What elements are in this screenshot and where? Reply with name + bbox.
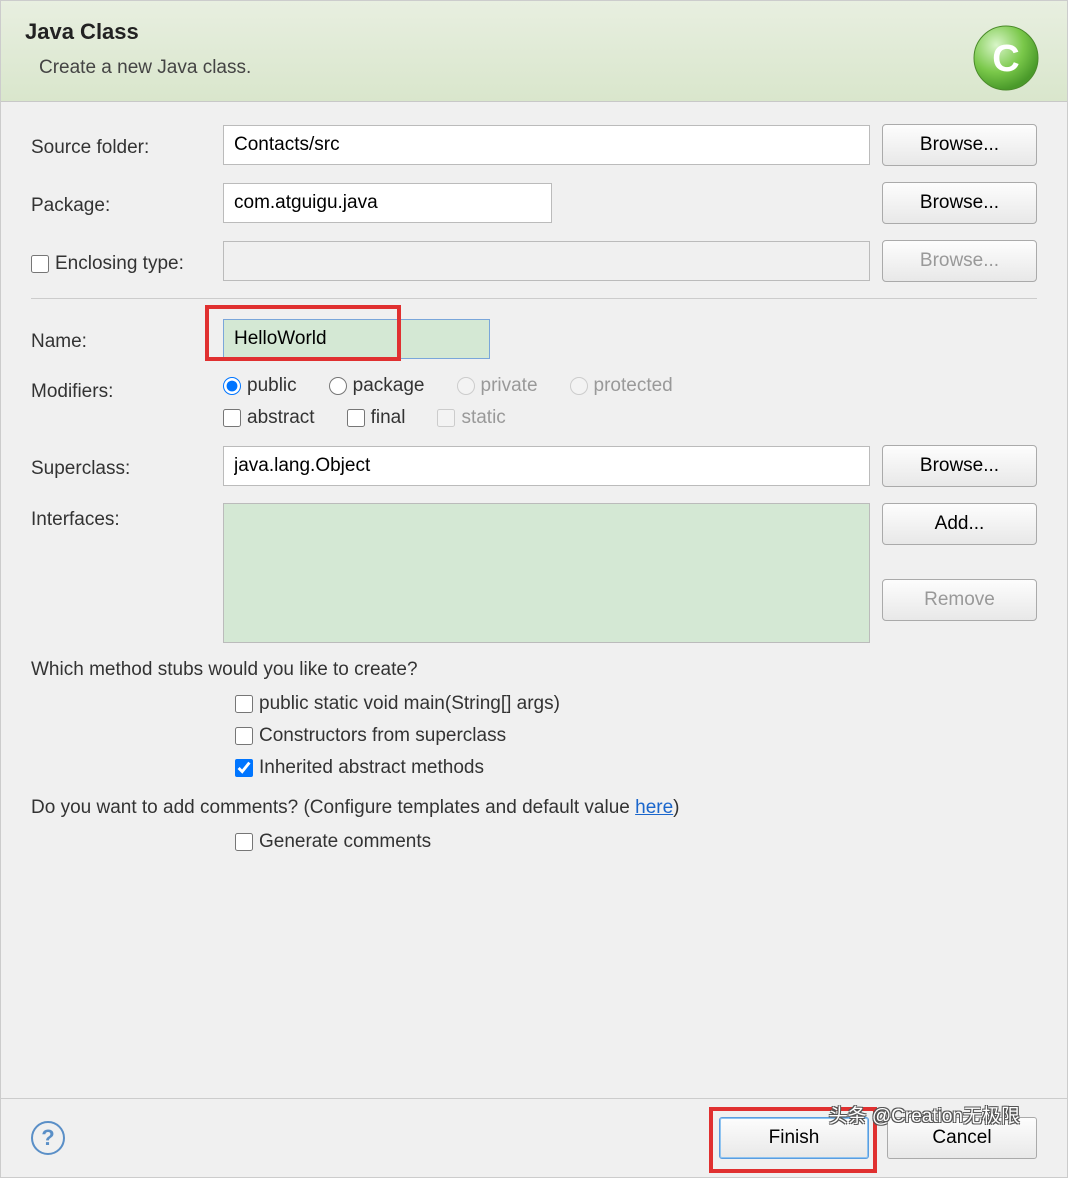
package-input[interactable]	[223, 183, 552, 223]
finish-button[interactable]: Finish	[719, 1117, 869, 1159]
modifier-static-check: static	[437, 407, 505, 429]
browse-enclosing-button: Browse...	[882, 240, 1037, 282]
dialog-header: Java Class Create a new Java class. C	[1, 1, 1067, 102]
interfaces-label: Interfaces:	[31, 503, 211, 531]
name-label: Name:	[31, 325, 211, 353]
enclosing-type-label: Enclosing type:	[55, 253, 184, 275]
stub-constructors-check[interactable]: Constructors from superclass	[235, 725, 1013, 747]
modifier-package-radio[interactable]: package	[329, 375, 425, 397]
dialog-subtitle: Create a new Java class.	[39, 57, 1043, 79]
dialog-title: Java Class	[25, 19, 1043, 45]
superclass-input[interactable]	[223, 446, 870, 486]
form-area: Source folder: Browse... Package: Browse…	[1, 102, 1067, 1098]
superclass-label: Superclass:	[31, 452, 211, 480]
source-folder-label: Source folder:	[31, 131, 211, 159]
remove-interface-button: Remove	[882, 579, 1037, 621]
modifier-private-radio: private	[457, 375, 538, 397]
browse-package-button[interactable]: Browse...	[882, 182, 1037, 224]
help-icon[interactable]: ?	[31, 1121, 65, 1155]
modifier-protected-radio: protected	[570, 375, 673, 397]
interfaces-list[interactable]	[223, 503, 870, 643]
dialog-footer: ? Finish Cancel	[1, 1098, 1067, 1177]
svg-text:C: C	[992, 38, 1019, 80]
new-java-class-dialog: Java Class Create a new Java class. C So…	[0, 0, 1068, 1178]
modifier-final-check[interactable]: final	[347, 407, 406, 429]
cancel-button[interactable]: Cancel	[887, 1117, 1037, 1159]
package-label: Package:	[31, 189, 211, 217]
method-stubs-question: Which method stubs would you like to cre…	[31, 659, 1037, 681]
stub-inherited-check[interactable]: Inherited abstract methods	[235, 757, 1013, 779]
modifier-public-radio[interactable]: public	[223, 375, 297, 397]
modifier-abstract-check[interactable]: abstract	[223, 407, 315, 429]
enclosing-type-input	[223, 241, 870, 281]
configure-link[interactable]: here	[635, 797, 673, 818]
separator	[31, 298, 1037, 299]
source-folder-input[interactable]	[223, 125, 870, 165]
browse-superclass-button[interactable]: Browse...	[882, 445, 1037, 487]
enclosing-type-checkbox[interactable]	[31, 255, 49, 273]
generate-comments-check[interactable]: Generate comments	[235, 831, 1013, 853]
modifiers-label: Modifiers:	[31, 375, 211, 403]
browse-source-button[interactable]: Browse...	[882, 124, 1037, 166]
class-icon: C	[971, 23, 1041, 93]
comments-question: Do you want to add comments? (Configure …	[31, 797, 1037, 819]
add-interface-button[interactable]: Add...	[882, 503, 1037, 545]
name-input[interactable]	[223, 319, 490, 359]
stub-main-check[interactable]: public static void main(String[] args)	[235, 693, 1013, 715]
